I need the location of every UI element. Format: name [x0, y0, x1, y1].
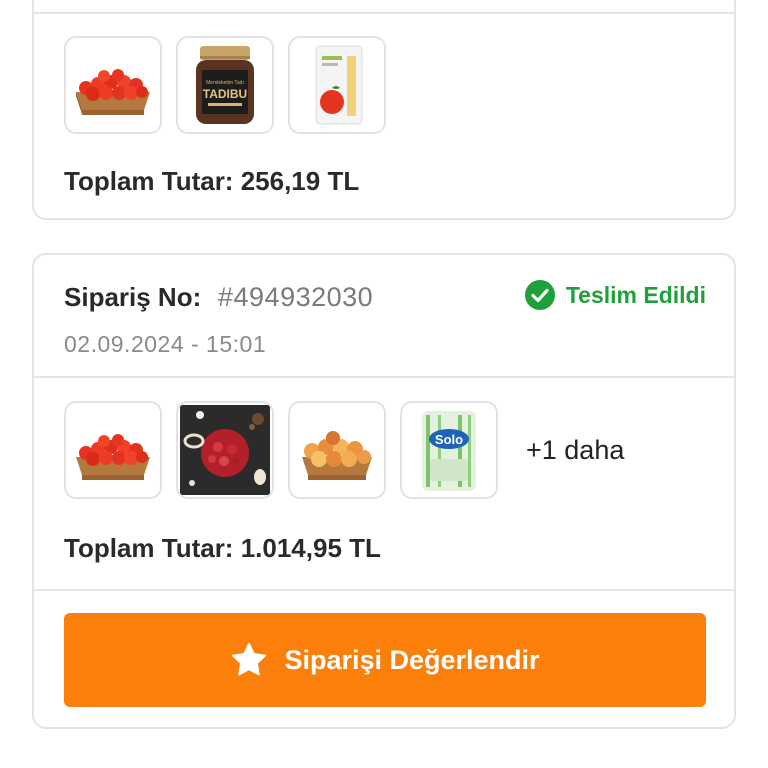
- product-thumbnails: Memleketim Tadı TADIBU: [64, 36, 386, 134]
- order-card[interactable]: Sipariş No: #494932030 02.09.2024 - 15:0…: [32, 253, 736, 729]
- product-thumb-tomato[interactable]: [64, 401, 162, 499]
- product-thumb-tomato[interactable]: [64, 36, 162, 134]
- card-divider: [34, 376, 734, 378]
- product-thumb-peach[interactable]: [288, 401, 386, 499]
- rate-order-label: Siparişi Değerlendir: [284, 644, 540, 675]
- brand-text: TADIBU: [203, 87, 247, 101]
- product-thumb-spread[interactable]: Memleketim Tadı TADIBU: [176, 36, 274, 134]
- paper-towel-icon: Solo: [422, 411, 476, 491]
- product-thumbnails: Solo +1 daha: [64, 401, 624, 499]
- product-thumb-tomato-bag[interactable]: [288, 36, 386, 134]
- brand-text: Solo: [435, 432, 463, 447]
- minced-meat-icon: [180, 405, 270, 495]
- card-divider: [34, 589, 734, 591]
- order-total: Toplam Tutar: 1.014,95 TL: [64, 533, 381, 563]
- product-thumb-minced-meat[interactable]: [176, 401, 274, 499]
- card-divider: [34, 12, 734, 14]
- order-total: Toplam Tutar: 256,19 TL: [64, 166, 360, 196]
- order-card-previous[interactable]: Memleketim Tadı TADIBU Toplam Tutar: 256…: [32, 0, 736, 220]
- check-circle-icon: [524, 280, 555, 310]
- order-number-label: Sipariş No:: [64, 282, 202, 312]
- spread-jar-icon: Memleketim Tadı TADIBU: [196, 46, 254, 124]
- status-text: Teslim Edildi: [565, 281, 706, 308]
- more-products-label[interactable]: +1 daha: [526, 435, 624, 466]
- tomato-bag-icon: [315, 45, 363, 125]
- product-thumb-paper-towel[interactable]: Solo: [400, 401, 498, 499]
- peach-crate-icon: [302, 431, 372, 480]
- svg-text:Memleketim Tadı: Memleketim Tadı: [206, 80, 244, 86]
- status-badge: Teslim Edildi: [524, 279, 706, 311]
- tomato-crate-icon: [76, 69, 150, 115]
- order-date: 02.09.2024 - 15:01: [64, 331, 267, 357]
- star-icon: [232, 642, 267, 676]
- order-number: #494932030: [218, 282, 374, 312]
- rate-order-button[interactable]: Siparişi Değerlendir: [64, 613, 706, 707]
- tomato-crate-icon: [76, 434, 150, 480]
